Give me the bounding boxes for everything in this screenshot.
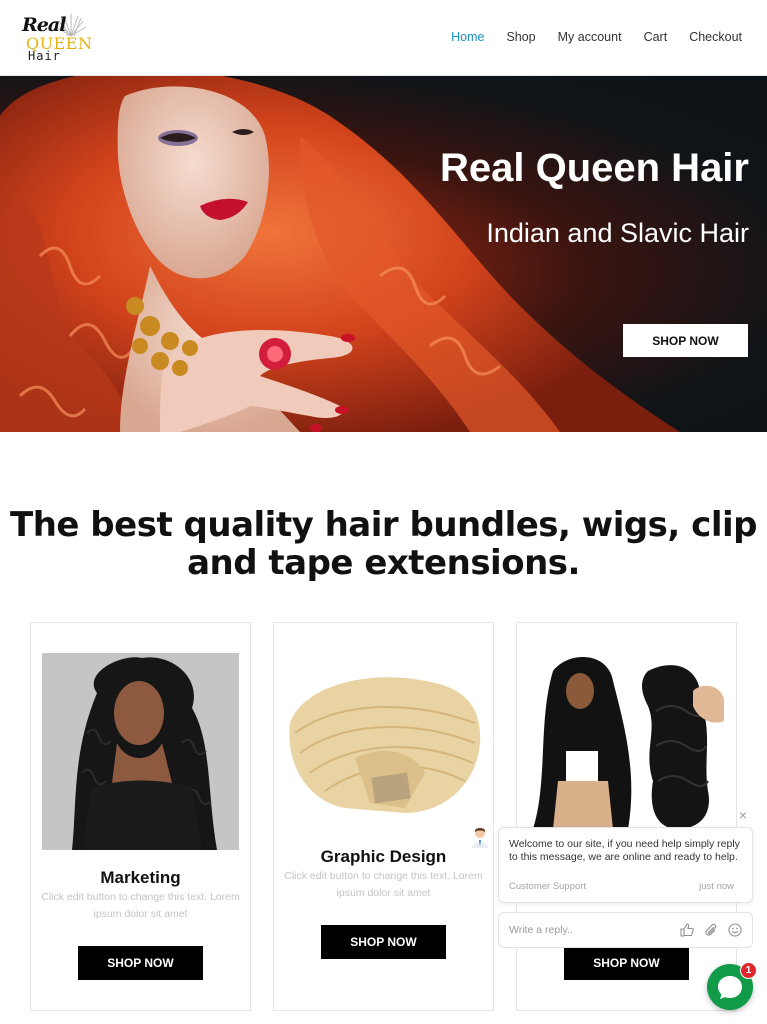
card-shop-now-button[interactable]: SHOP NOW (564, 946, 689, 980)
main-nav: Home Shop My account Cart Checkout (451, 30, 742, 44)
card-description: Click edit button to change this text. L… (284, 870, 483, 899)
hero-shop-now-button[interactable]: SHOP NOW (623, 324, 748, 357)
chat-sender-name: Customer Support (509, 881, 587, 892)
chat-reply-placeholder: Write a reply.. (509, 924, 573, 936)
product-card-graphic-design: Graphic Design Click edit button to chan… (273, 622, 494, 1011)
emoji-smiley-icon[interactable] (728, 923, 742, 937)
card-image-blonde-bundle (285, 663, 482, 833)
card-title: Marketing (100, 868, 181, 887)
attachment-paperclip-icon[interactable] (704, 923, 718, 937)
chat-timestamp: just now (699, 881, 734, 892)
hero-model-image (0, 76, 680, 432)
hero-title: Real Queen Hair (439, 146, 749, 190)
logo-text-hair: Hair (28, 49, 61, 63)
card-title: Graphic Design (320, 847, 447, 866)
chat-reply-input[interactable]: Write a reply.. (498, 912, 753, 948)
hero-banner: Real Queen Hair Indian and Slavic Hair S… (0, 76, 767, 432)
nav-cart[interactable]: Cart (644, 30, 668, 44)
support-agent-avatar-icon (472, 828, 488, 848)
product-card-marketing: Marketing Click edit button to change th… (30, 622, 251, 1011)
unread-count-badge: 1 (740, 962, 757, 979)
site-logo[interactable]: Real QUEEN Hair (20, 12, 92, 64)
card-description: Click edit button to change this text. L… (41, 891, 240, 920)
nav-checkout[interactable]: Checkout (689, 30, 742, 44)
chat-message-bubble: Welcome to our site, if you need help si… (498, 827, 753, 903)
nav-shop[interactable]: Shop (506, 30, 535, 44)
chat-message-text: Welcome to our site, if you need help si… (509, 838, 740, 863)
card-shop-now-button[interactable]: SHOP NOW (321, 925, 446, 959)
logo-text-real: Real (22, 14, 66, 36)
section-headline: The best quality hair bundles, wigs, cli… (10, 505, 757, 583)
card-shop-now-button[interactable]: SHOP NOW (78, 946, 203, 980)
product-card-body-wave: SHOP NOW (516, 622, 737, 1011)
hero-subtitle: Indian and Slavic Hair (486, 218, 749, 248)
chat-close-icon[interactable]: × (736, 808, 750, 822)
thumbs-up-icon[interactable] (680, 923, 694, 937)
card-image-curly-wig (42, 653, 239, 850)
card-image-body-wave-bundle (528, 651, 725, 829)
nav-home[interactable]: Home (451, 30, 484, 44)
nav-my-account[interactable]: My account (558, 30, 622, 44)
site-header: Real QUEEN Hair Home Shop My account Car… (0, 0, 767, 76)
